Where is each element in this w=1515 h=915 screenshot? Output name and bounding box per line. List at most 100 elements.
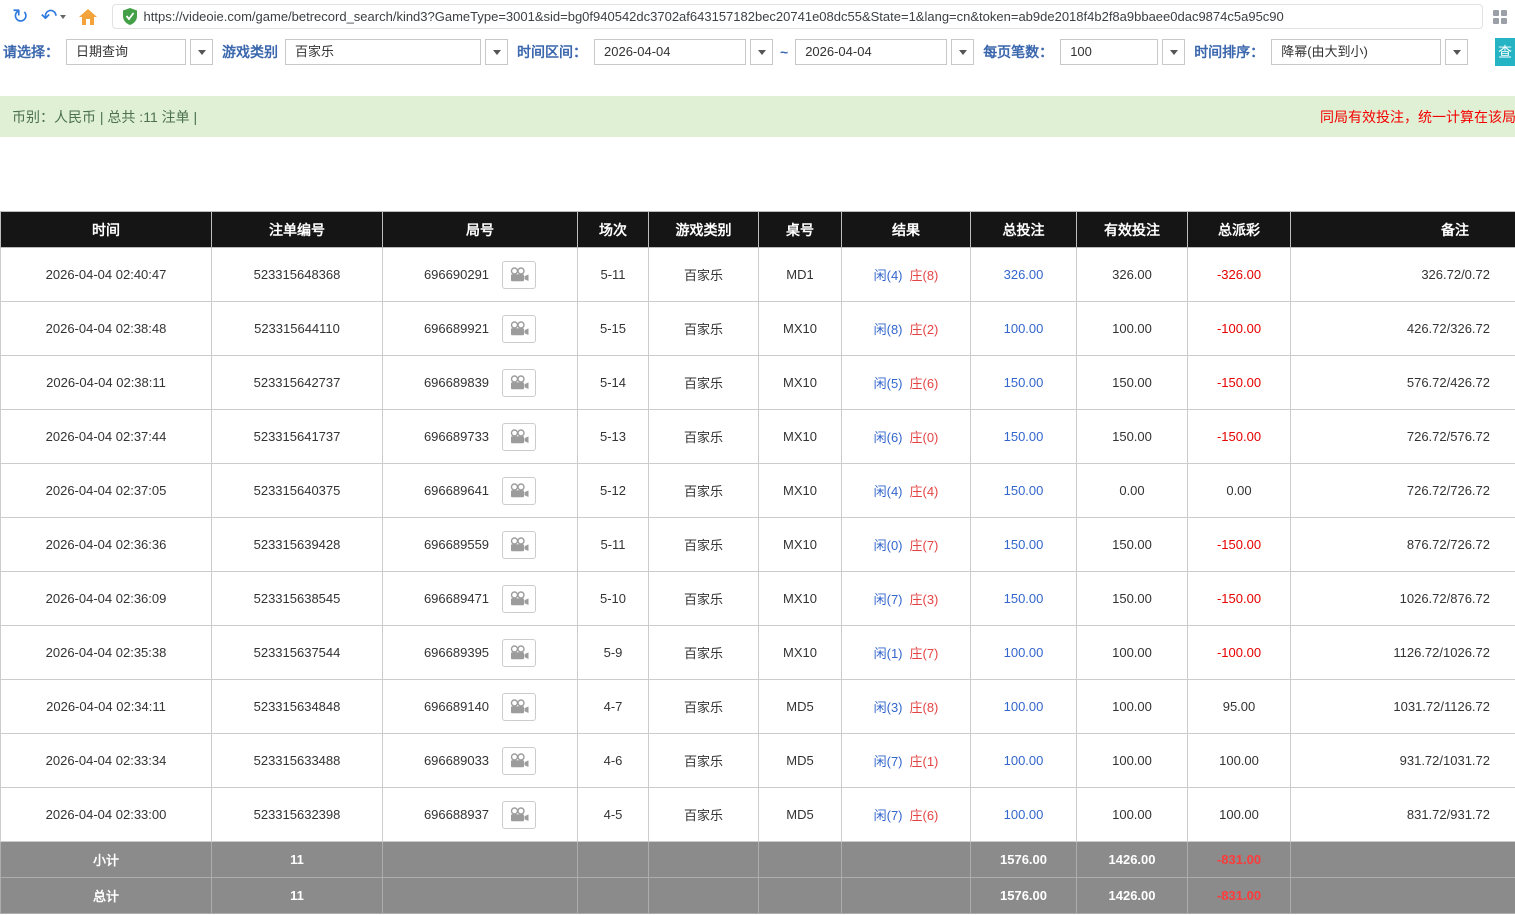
cell-time: 2026-04-04 02:38:48 — [0, 301, 212, 356]
table-row: 2026-04-04 02:34:11 523315634848 696689140… — [0, 679, 1515, 734]
date-from-value[interactable]: 2026-04-04 — [594, 39, 746, 65]
cell-table-no: MX10 — [758, 571, 842, 626]
home-button[interactable] — [72, 6, 104, 28]
query-type-select[interactable]: 日期查询 — [66, 39, 213, 65]
result-banker: 庄(4) — [909, 484, 939, 499]
round-number: 696689395 — [423, 645, 490, 660]
cell-total-bet[interactable]: 100.00 — [970, 625, 1077, 680]
cell-round: 696689559 — [382, 517, 578, 572]
cell-session: 4-7 — [577, 679, 649, 734]
cell-session: 5-9 — [577, 625, 649, 680]
date-from-arrow-button[interactable] — [750, 39, 773, 65]
date-to-arrow-button[interactable] — [951, 39, 975, 65]
cell-payout: -150.00 — [1187, 517, 1291, 572]
filter-group-sort: 时间排序： 降幂(由大到小) — [1194, 39, 1469, 65]
round-number: 696689921 — [423, 321, 490, 336]
cell-total-bet[interactable]: 150.00 — [970, 355, 1077, 410]
search-button[interactable]: 查 — [1495, 38, 1515, 66]
video-replay-button[interactable] — [502, 584, 537, 613]
sort-arrow-button[interactable] — [1445, 39, 1469, 65]
col-session: 场次 — [577, 211, 649, 248]
page-size-arrow-button[interactable] — [1162, 39, 1186, 65]
cell-result: 闲(8) 庄(2) — [841, 301, 971, 356]
cell-remark: 326.72/0.72 — [1290, 247, 1515, 302]
cell-remark: 1126.72/1026.72 — [1290, 625, 1515, 680]
cell-valid-bet: 326.00 — [1076, 247, 1188, 302]
chevron-down-icon — [59, 14, 66, 19]
cell-total-bet[interactable]: 150.00 — [970, 517, 1077, 572]
chevron-down-icon — [492, 49, 501, 55]
cell-valid-bet: 100.00 — [1076, 787, 1188, 842]
video-replay-button[interactable] — [502, 368, 537, 397]
filter-group-query-type: 请选择： 日期查询 — [3, 39, 213, 65]
game-type-select[interactable]: 百家乐 — [285, 39, 508, 65]
table-row: 2026-04-04 02:36:36 523315639428 696689559… — [0, 517, 1515, 572]
cell-total-bet[interactable]: 150.00 — [970, 571, 1077, 626]
query-type-value[interactable]: 日期查询 — [66, 39, 186, 65]
video-replay-button[interactable] — [502, 314, 537, 343]
video-replay-button[interactable] — [502, 530, 537, 559]
date-to-value[interactable]: 2026-04-04 — [795, 39, 948, 65]
chevron-down-icon — [1169, 49, 1178, 55]
video-replay-button[interactable] — [502, 476, 537, 505]
summary-empty — [382, 841, 578, 878]
chevron-down-icon — [757, 49, 766, 55]
video-camera-icon — [510, 374, 529, 389]
cell-total-bet[interactable]: 100.00 — [970, 733, 1077, 788]
col-table-no: 桌号 — [758, 211, 842, 248]
summary-count: 11 — [211, 877, 383, 914]
cell-time: 2026-04-04 02:37:44 — [0, 409, 212, 464]
page-size-value[interactable]: 100 — [1060, 39, 1159, 65]
cell-valid-bet: 150.00 — [1076, 517, 1188, 572]
cell-game-type: 百家乐 — [648, 355, 759, 410]
table-row: 2026-04-04 02:36:09 523315638545 696689471… — [0, 571, 1515, 626]
result-player: 闲(7) — [873, 808, 903, 823]
cell-remark: 726.72/726.72 — [1290, 463, 1515, 518]
address-bar[interactable]: https://videoie.com/game/betrecord_searc… — [111, 4, 1483, 29]
result-banker: 庄(1) — [909, 754, 939, 769]
undo-arrow-icon: ↶ — [40, 5, 58, 28]
undo-button[interactable]: ↶ — [35, 5, 72, 29]
sort-value[interactable]: 降幂(由大到小) — [1271, 39, 1442, 65]
summary-empty — [577, 841, 649, 878]
refresh-button[interactable]: ↻ — [6, 5, 35, 29]
cell-total-bet[interactable]: 100.00 — [970, 301, 1077, 356]
video-replay-button[interactable] — [502, 692, 537, 721]
col-game-type: 游戏类别 — [648, 211, 759, 248]
cell-total-bet[interactable]: 150.00 — [970, 463, 1077, 518]
cell-result: 闲(7) 庄(1) — [841, 733, 971, 788]
cell-time: 2026-04-04 02:34:11 — [0, 679, 212, 734]
video-replay-button[interactable] — [502, 260, 537, 289]
summary-valid-bet: 1426.00 — [1076, 877, 1188, 914]
cell-session: 5-10 — [577, 571, 649, 626]
sort-select[interactable]: 降幂(由大到小) — [1271, 39, 1469, 65]
cell-payout: 100.00 — [1187, 733, 1291, 788]
cell-total-bet[interactable]: 150.00 — [970, 409, 1077, 464]
video-replay-button[interactable] — [502, 638, 537, 667]
cell-remark: 831.72/931.72 — [1290, 787, 1515, 842]
cell-total-bet[interactable]: 326.00 — [970, 247, 1077, 302]
browser-toolbar: ↻ ↶ https://videoie.com/game/betrecord_s… — [0, 0, 1515, 33]
game-type-arrow-button[interactable] — [485, 39, 508, 65]
date-to-select[interactable]: 2026-04-04 — [795, 39, 975, 65]
cell-result: 闲(5) 庄(6) — [841, 355, 971, 410]
url-text[interactable]: https://videoie.com/game/betrecord_searc… — [144, 9, 1284, 24]
video-camera-icon — [510, 752, 529, 767]
video-replay-button[interactable] — [502, 746, 537, 775]
video-replay-button[interactable] — [502, 800, 537, 829]
summary-empty — [841, 841, 971, 878]
cell-remark: 931.72/1031.72 — [1290, 733, 1515, 788]
result-player: 闲(4) — [873, 268, 903, 283]
cell-session: 5-11 — [577, 247, 649, 302]
apps-grid-icon[interactable] — [1493, 9, 1507, 24]
page-size-select[interactable]: 100 — [1060, 39, 1186, 65]
date-from-select[interactable]: 2026-04-04 — [594, 39, 773, 65]
video-replay-button[interactable] — [502, 422, 537, 451]
query-type-arrow-button[interactable] — [190, 39, 213, 65]
cell-payout: 0.00 — [1187, 463, 1291, 518]
game-type-value[interactable]: 百家乐 — [285, 39, 481, 65]
cell-table-no: MD1 — [758, 247, 842, 302]
cell-total-bet[interactable]: 100.00 — [970, 787, 1077, 842]
result-banker: 庄(3) — [909, 592, 939, 607]
cell-total-bet[interactable]: 100.00 — [970, 679, 1077, 734]
